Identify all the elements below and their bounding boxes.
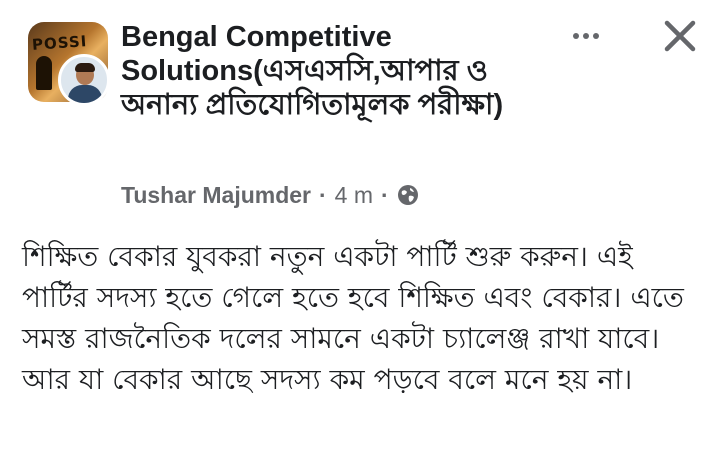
author-name-link[interactable]: Tushar Majumder [121, 182, 311, 209]
more-options-button[interactable] [566, 20, 606, 52]
avatar-stack[interactable]: POSSI [28, 22, 112, 106]
post-timestamp[interactable]: 4 m [335, 182, 373, 209]
author-avatar[interactable] [58, 54, 110, 106]
author-avatar-body [68, 85, 102, 103]
group-name-link[interactable]: Bengal Competitive Solutions(এসএসসি,আপার… [121, 20, 561, 122]
post-header: POSSI Bengal Competitive Solutions(এসএসস… [0, 0, 720, 220]
group-avatar-logo-text: POSSI [31, 32, 88, 54]
group-avatar-figure [36, 56, 52, 90]
more-horizontal-icon [583, 33, 589, 39]
globe-icon[interactable] [397, 184, 419, 206]
author-avatar-hair [75, 63, 95, 72]
meta-separator: · [319, 181, 327, 208]
close-icon [664, 20, 696, 52]
post-meta: Tushar Majumder · 4 m · [121, 180, 419, 210]
more-horizontal-icon [573, 33, 579, 39]
meta-separator: · [381, 181, 389, 208]
post-card: POSSI Bengal Competitive Solutions(এসএসস… [0, 0, 720, 462]
more-horizontal-icon [593, 33, 599, 39]
close-button[interactable] [660, 16, 700, 56]
post-body-text: শিক্ষিত বেকার যুবকরা নতুন একটা পার্টি শু… [22, 240, 684, 396]
